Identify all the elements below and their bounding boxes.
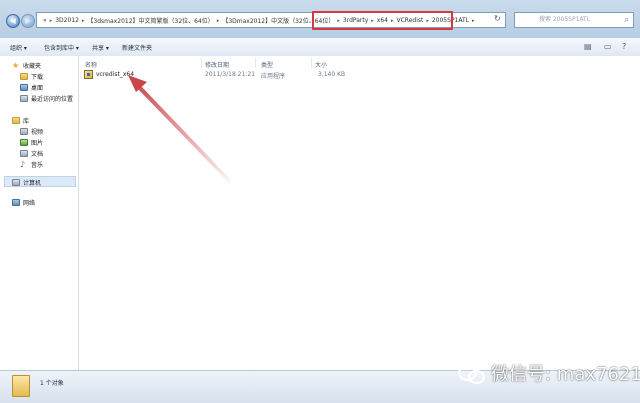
organize-button[interactable]: 组织 ▾ [10, 43, 27, 52]
column-header-type[interactable]: 类型 [261, 60, 273, 69]
column-header-size[interactable]: 大小 [315, 60, 327, 69]
column-header-name[interactable]: 名称 [85, 60, 97, 69]
breadcrumb-separator[interactable]: ▸ [50, 18, 53, 24]
file-list-pane: 名称 修改日期 类型 大小 vcredist_x64 2011/3/18 21:… [79, 56, 640, 370]
address-bar-area: ◀ ▶ « ▸ 3D2012 ▸ 【3dsmax2012】中文简繁版（32位、6… [0, 0, 640, 39]
item-count: 1 个对象 [40, 380, 64, 387]
explorer-window: ◀ ▶ « ▸ 3D2012 ▸ 【3dsmax2012】中文简繁版（32位、6… [0, 0, 640, 403]
nav-network[interactable]: 网络 [12, 198, 35, 207]
breadcrumb-item[interactable]: 【3dsmax2012】中文简繁版（32位、64位） [87, 16, 213, 25]
preview-pane-icon[interactable]: ▭ [604, 42, 612, 51]
file-date: 2011/3/18 21:21 [205, 71, 255, 78]
breadcrumb-item[interactable]: 3D2012 [55, 17, 79, 24]
help-icon[interactable]: ? [622, 42, 626, 51]
nav-label: 文档 [31, 151, 44, 158]
nav-label: 桌面 [31, 85, 44, 92]
desktop-icon [20, 84, 28, 91]
nav-label: 最近访问的位置 [31, 96, 74, 103]
recent-places-icon [20, 95, 28, 102]
file-name: vcredist_x64 [96, 71, 135, 78]
column-divider[interactable] [311, 58, 312, 68]
nav-label: 库 [23, 118, 30, 125]
computer-icon [12, 179, 20, 186]
nav-label: 网络 [23, 200, 36, 207]
nav-label: 下载 [31, 74, 44, 81]
nav-label: 图片 [31, 140, 44, 147]
videos-icon [20, 128, 28, 135]
folder-icon [12, 375, 30, 397]
file-type: 应用程序 [261, 73, 286, 80]
nav-libraries[interactable]: 库 [12, 116, 29, 125]
nav-computer[interactable]: 计算机 [12, 178, 41, 187]
nav-label: 计算机 [23, 180, 42, 187]
nav-videos[interactable]: 视频 [20, 127, 43, 136]
wechat-logo-icon [458, 363, 486, 384]
view-options-icon[interactable]: ▤ [584, 42, 592, 51]
nav-recent-places[interactable]: 最近访问的位置 [20, 94, 73, 103]
music-note-icon: ♪ [20, 160, 26, 169]
nav-label: 收藏夹 [23, 63, 42, 70]
application-installer-icon [84, 70, 93, 79]
nav-documents[interactable]: 文档 [20, 149, 43, 158]
nav-pictures[interactable]: 图片 [20, 138, 43, 147]
path-highlight-box [312, 11, 453, 30]
back-button[interactable]: ◀ [6, 14, 20, 28]
pictures-icon [20, 139, 28, 146]
nav-desktop[interactable]: 桌面 [20, 83, 43, 92]
breadcrumb-separator[interactable]: ▸ [82, 18, 85, 24]
search-icon: ⌕ [624, 15, 629, 24]
nav-music[interactable]: ♪ 音乐 [20, 160, 44, 170]
refresh-icon[interactable]: ↻ [494, 14, 504, 24]
libraries-icon [12, 117, 20, 124]
forward-button[interactable]: ▶ [21, 14, 35, 28]
column-divider[interactable] [255, 58, 256, 68]
documents-icon [20, 150, 28, 157]
favorites-star-icon: ★ [12, 61, 20, 70]
command-bar: 组织 ▾ 包含到库中 ▾ 共享 ▾ 新建文件夹 ▤ ▭ ? [0, 38, 640, 57]
watermark-text: 微信号: max7621 [491, 364, 640, 385]
new-folder-button[interactable]: 新建文件夹 [122, 43, 152, 52]
downloads-folder-icon [20, 73, 28, 80]
file-row[interactable]: vcredist_x64 2011/3/18 21:21 应用程序 3,140 … [84, 70, 384, 80]
watermark: 微信号: max7621 [458, 360, 640, 386]
breadcrumb-separator[interactable]: ▸ [472, 18, 475, 24]
column-divider[interactable] [201, 58, 202, 68]
search-input[interactable]: 搜索 2005SP1ATL ⌕ [514, 12, 634, 28]
breadcrumb-overflow[interactable]: « [43, 17, 47, 24]
network-icon [12, 199, 20, 206]
nav-label: 音乐 [31, 162, 44, 169]
include-in-library-button[interactable]: 包含到库中 ▾ [44, 43, 79, 52]
nav-label: 视频 [31, 129, 44, 136]
nav-favorites[interactable]: ★ 收藏夹 [12, 61, 42, 71]
nav-downloads[interactable]: 下载 [20, 72, 43, 81]
search-placeholder: 搜索 2005SP1ATL [539, 16, 591, 23]
file-size: 3,140 KB [318, 71, 346, 78]
column-header-date[interactable]: 修改日期 [205, 60, 229, 69]
breadcrumb-separator[interactable]: ▸ [217, 18, 220, 24]
navigation-pane: ★ 收藏夹 下载 桌面 最近访问的位置 库 视频 图片 文档 ♪ 音乐 计算机 … [0, 56, 79, 370]
share-button[interactable]: 共享 ▾ [92, 43, 109, 52]
